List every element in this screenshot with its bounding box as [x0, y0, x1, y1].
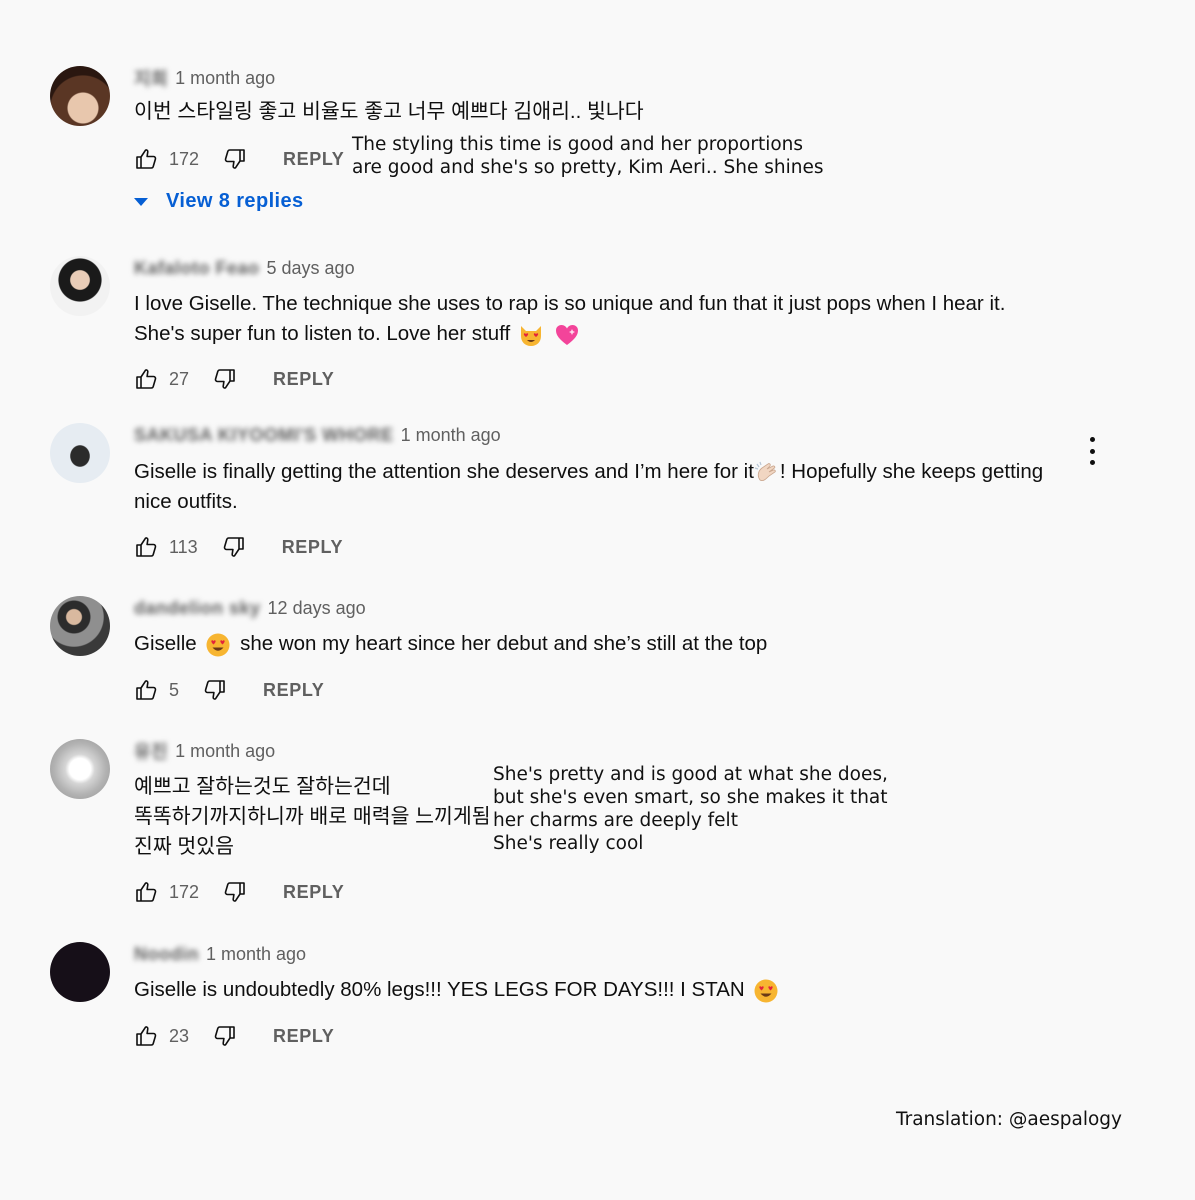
comment-line: ! Hopefully she keeps getting — [779, 460, 1044, 483]
translation-line: She's pretty and is good at what she doe… — [493, 764, 888, 785]
thumb-up-icon[interactable] — [134, 1024, 158, 1048]
timestamp[interactable]: 12 days ago — [268, 598, 366, 619]
comment-text: 이번 스타일링 좋고 비율도 좋고 너무 예쁘다 김애리.. 빛나다 — [134, 97, 644, 127]
avatar[interactable] — [50, 942, 110, 1002]
like-count: 27 — [169, 368, 190, 389]
comment-header: 유진 1 month ago — [134, 739, 275, 763]
avatar[interactable] — [50, 596, 110, 656]
comment-text: Giselle she won my heart since her debut… — [134, 629, 767, 659]
more-options-icon[interactable] — [1080, 437, 1104, 465]
thumb-down-icon[interactable] — [222, 535, 246, 559]
author-name[interactable]: SAKUSA KIYOOMI'S WHORE — [134, 425, 394, 446]
comment-line: she won my heart since her debut and she… — [240, 632, 768, 655]
like-count: 5 — [169, 679, 180, 700]
comment-text: 예쁘고 잘하는것도 잘하는건데 똑똑하기까지하니까 배로 매력을 느끼게됨 진짜… — [134, 772, 491, 862]
avatar[interactable] — [50, 423, 110, 483]
author-name[interactable]: Kafaloto Feao — [134, 258, 260, 279]
author-name[interactable]: 유진 — [134, 738, 168, 764]
comment-line: I love Giselle. The technique she uses t… — [134, 292, 1006, 315]
comment-line-wrap: Giselle she won my heart since her debut… — [134, 629, 767, 659]
comment-actions: 5 REPLY — [134, 675, 324, 705]
reply-button[interactable]: REPLY — [273, 1026, 334, 1047]
avatar[interactable] — [50, 739, 110, 799]
author-name[interactable]: dandelion sky — [134, 598, 261, 619]
comment-line-wrap: Giselle is undoubtedly 80% legs!!! YES L… — [134, 975, 781, 1005]
thumb-up-icon[interactable] — [134, 678, 158, 702]
thumb-up-icon[interactable] — [134, 367, 158, 391]
heart-eyes-emoji-icon — [206, 633, 230, 657]
avatar[interactable] — [50, 66, 110, 126]
comment-text: Giselle is undoubtedly 80% legs!!! YES L… — [134, 975, 781, 1005]
thumb-down-icon[interactable] — [223, 880, 247, 904]
like-count: 172 — [169, 881, 200, 902]
comment-line: Giselle is finally getting the attention… — [134, 460, 754, 483]
comment-line: 똑똑하기까지하니까 배로 매력을 느끼게됨 — [134, 805, 491, 828]
like-count: 23 — [169, 1025, 190, 1046]
comment-header: Noodin 1 month ago — [134, 942, 306, 966]
author-name[interactable]: 지희 — [134, 65, 168, 91]
comment-header: 지희 1 month ago — [134, 66, 275, 90]
comment-line-wrap: She's super fun to listen to. Love her s… — [134, 319, 1005, 349]
comment-actions: 23 REPLY — [134, 1021, 334, 1051]
comment-text: I love Giselle. The technique she uses t… — [134, 289, 1005, 349]
reply-button[interactable]: REPLY — [282, 537, 343, 558]
thumb-down-icon[interactable] — [223, 147, 247, 171]
timestamp[interactable]: 5 days ago — [267, 258, 355, 279]
thumb-up-icon[interactable] — [134, 535, 158, 559]
comment-header: Kafaloto Feao 5 days ago — [134, 256, 355, 280]
like-count: 113 — [169, 536, 198, 557]
comment-line: Giselle — [134, 632, 197, 655]
thumb-down-icon[interactable] — [213, 367, 237, 391]
sparkling-heart-emoji-icon — [555, 324, 578, 345]
reply-button[interactable]: REPLY — [283, 149, 344, 170]
comment-actions: 172 REPLY — [134, 144, 344, 174]
heart-eyes-emoji-icon — [754, 979, 778, 1003]
thumb-down-icon[interactable] — [203, 678, 227, 702]
translation-line: are good and she's so pretty, Kim Aeri..… — [352, 157, 824, 178]
dot — [1089, 448, 1095, 454]
comment-line-wrap: Giselle is finally getting the attention… — [134, 457, 1043, 487]
comment-line: Giselle is undoubtedly 80% legs!!! YES L… — [134, 978, 745, 1001]
timestamp[interactable]: 1 month ago — [401, 425, 501, 446]
comment-text: Giselle is finally getting the attention… — [134, 457, 1043, 517]
heart-eyes-cat-emoji-icon — [520, 325, 541, 346]
timestamp[interactable]: 1 month ago — [175, 741, 275, 762]
author-name[interactable]: Noodin — [134, 944, 199, 965]
thumb-down-icon[interactable] — [213, 1024, 237, 1048]
comment-header: SAKUSA KIYOOMI'S WHORE 1 month ago — [134, 423, 501, 447]
timestamp[interactable]: 1 month ago — [175, 68, 275, 89]
avatar[interactable] — [50, 256, 110, 316]
dot — [1089, 460, 1095, 465]
reply-button[interactable]: REPLY — [283, 882, 344, 903]
caret-down-icon — [134, 197, 148, 206]
comment-actions: 27 REPLY — [134, 364, 334, 394]
thumb-up-icon[interactable] — [134, 880, 158, 904]
translation-line: but she's even smart, so she makes it th… — [493, 787, 888, 808]
comment-line: 진짜 멋있음 — [134, 835, 234, 858]
comment-line: 이번 스타일링 좋고 비율도 좋고 너무 예쁘다 김애리.. 빛나다 — [134, 100, 644, 123]
translation-line: She's really cool — [493, 833, 644, 854]
reply-button[interactable]: REPLY — [273, 369, 334, 390]
translation-note: The styling this time is good and her pr… — [352, 133, 823, 179]
translation-credit: Translation: @aespalogy — [896, 1109, 1123, 1130]
reply-button[interactable]: REPLY — [263, 680, 324, 701]
comment-line: 예쁘고 잘하는것도 잘하는건데 — [134, 775, 391, 798]
comment-actions: 113 REPLY — [134, 532, 343, 562]
translation-line: her charms are deeply felt — [493, 810, 738, 831]
view-replies-label: View 8 replies — [166, 190, 304, 212]
comment-line: She's super fun to listen to. Love her s… — [134, 322, 511, 345]
timestamp[interactable]: 1 month ago — [206, 944, 306, 965]
dot — [1089, 437, 1095, 442]
comment-actions: 172 REPLY — [134, 877, 344, 907]
thumb-up-icon[interactable] — [134, 147, 158, 171]
comment-line: nice outfits. — [134, 490, 238, 513]
translation-line: The styling this time is good and her pr… — [352, 134, 804, 155]
like-count: 172 — [169, 148, 200, 169]
view-replies-button[interactable]: View 8 replies — [134, 190, 304, 213]
translation-note: She's pretty and is good at what she doe… — [493, 763, 888, 855]
clapping-hands-emoji-icon — [754, 461, 776, 481]
comment-header: dandelion sky 12 days ago — [134, 596, 366, 620]
